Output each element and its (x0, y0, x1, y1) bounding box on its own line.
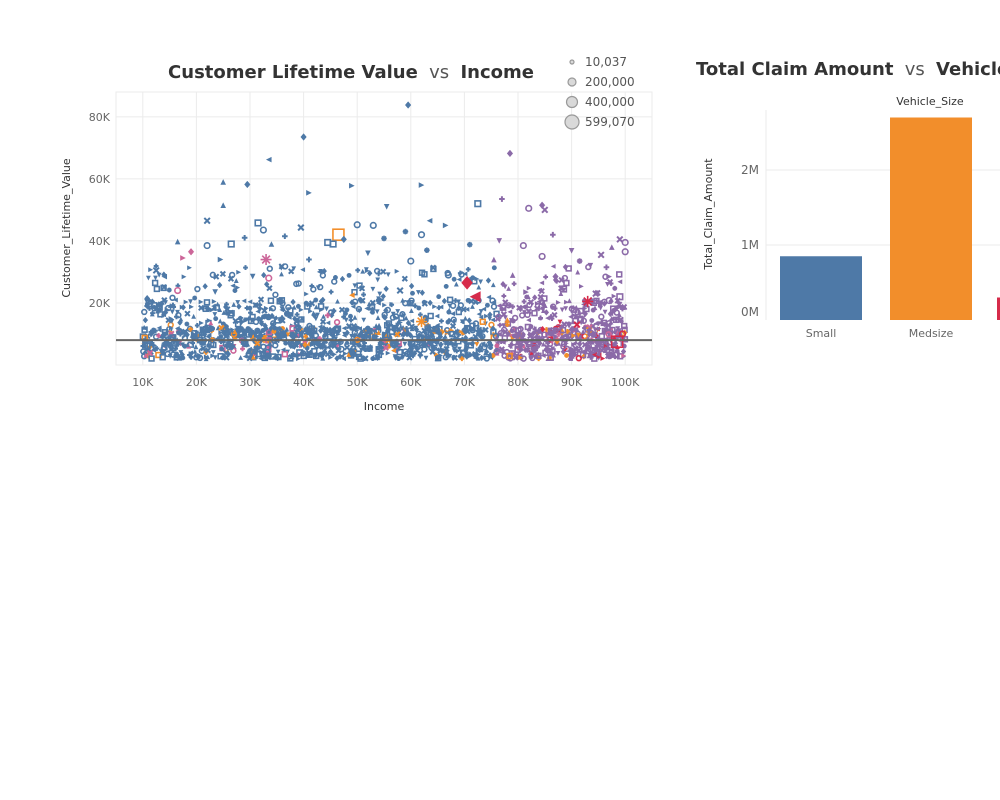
bar-title: Total Claim Amount vs Vehicle Si (696, 59, 1000, 80)
dashboard: Customer Lifetime Value vs Income 10K 20K… (0, 0, 1000, 800)
bar-x-ticks: Small Medsize (806, 327, 954, 340)
bar-x-tick-label: Small (806, 327, 837, 340)
bar-medsize[interactable] (890, 117, 972, 321)
bar-bars (780, 117, 1000, 321)
bar-y-ticks: 0M 1M 2M (741, 163, 759, 319)
bar-y-tick-label: 1M (741, 238, 759, 252)
bar-y-axis-label: Total_Claim_Amount (702, 158, 715, 271)
bar-column-header: Vehicle_Size (896, 95, 964, 108)
bar-chart: Total Claim Amount vs Vehicle Si Vehicle… (696, 59, 1000, 340)
bar-y-tick-label: 2M (741, 163, 759, 177)
bar-title-suffix: Vehicle Si (936, 59, 1000, 80)
bar-y-tick-label: 0M (741, 305, 759, 319)
bar-x-tick-label: Medsize (909, 327, 954, 340)
bar-small[interactable] (780, 256, 862, 320)
bar-title-main: Total Claim Amount (696, 59, 894, 80)
bar-title-vs: vs (905, 59, 925, 80)
